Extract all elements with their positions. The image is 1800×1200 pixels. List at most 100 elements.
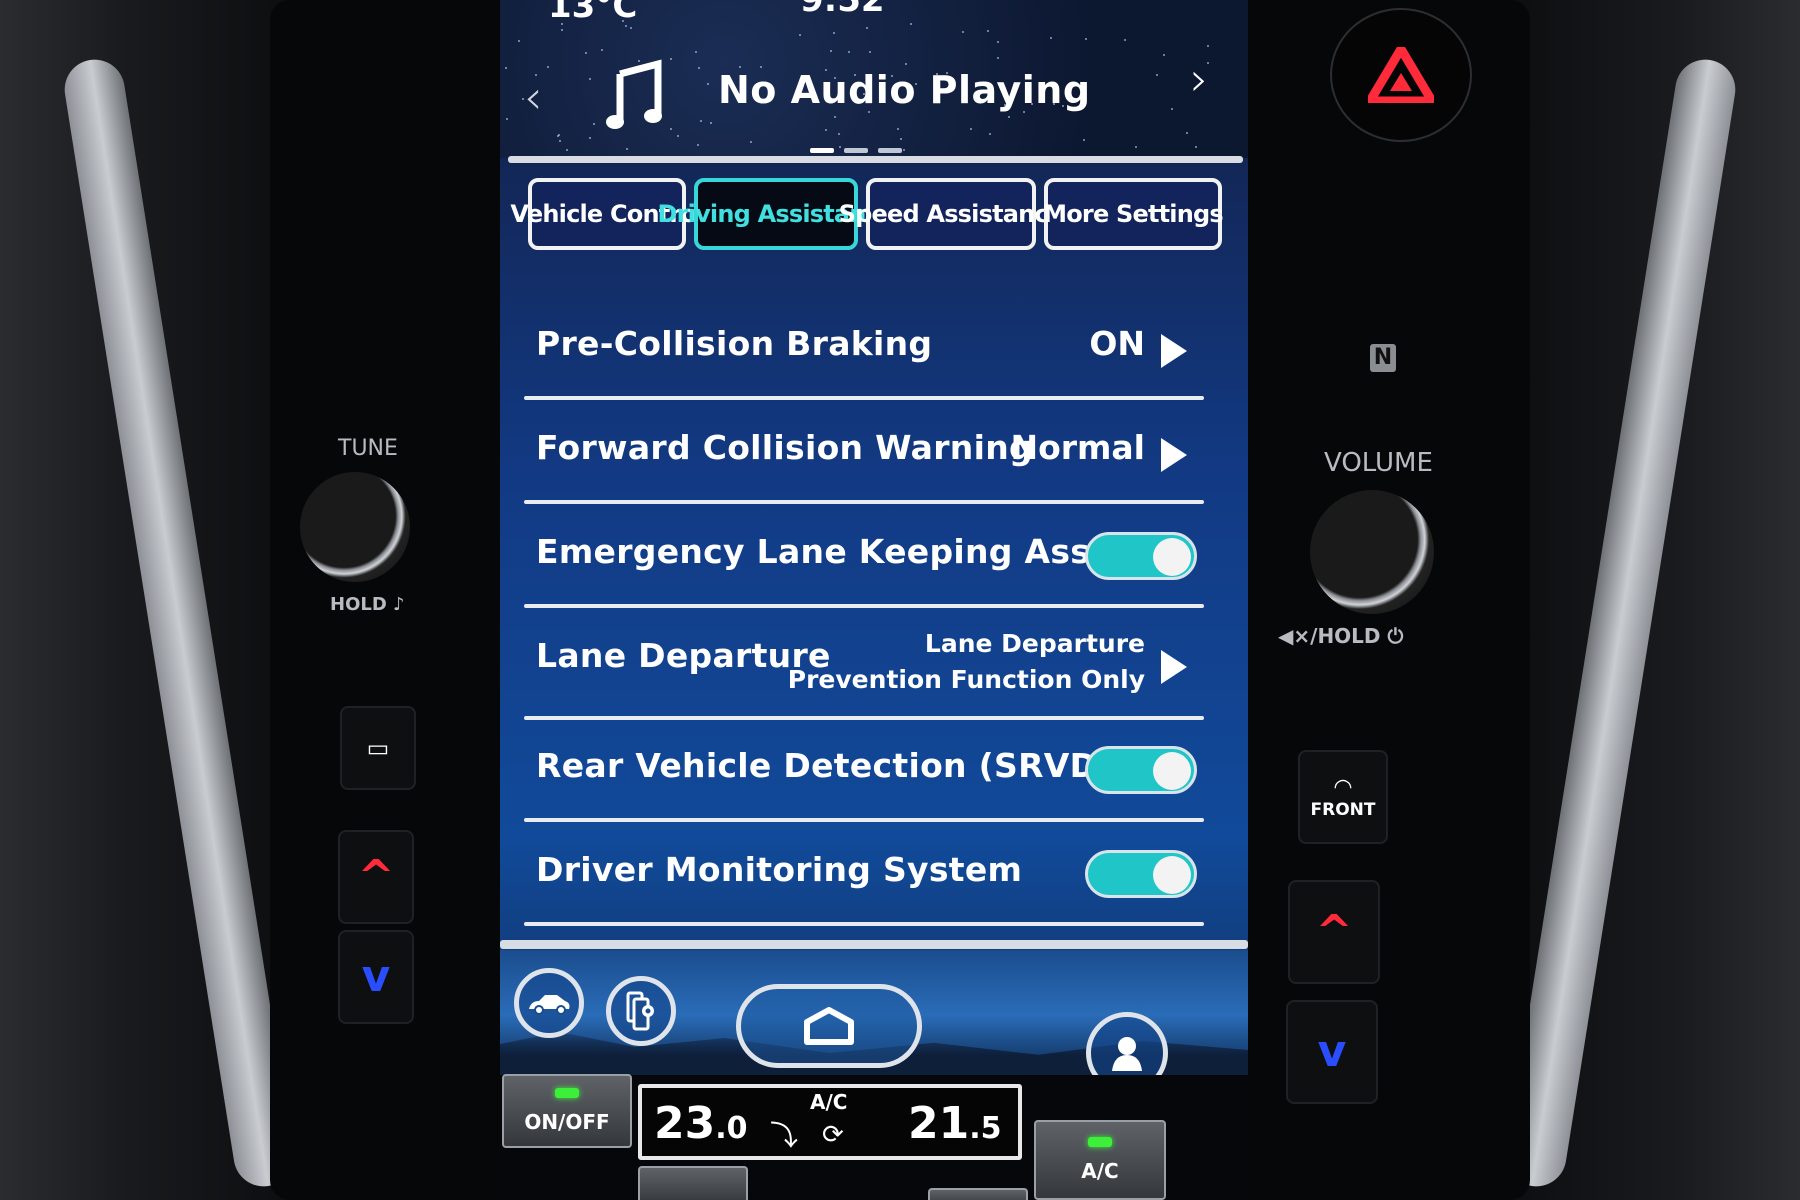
phone-settings-button[interactable] [606,976,676,1046]
divider [524,716,1204,720]
star-decoration [986,29,989,32]
left-temp-up-button[interactable]: ^ [338,830,414,924]
divider [524,604,1204,608]
divider [500,940,1248,949]
star-decoration [829,50,832,53]
setting-value-line2: Prevention Function Only [787,665,1145,694]
rear-defrost-button[interactable]: ▭ [340,706,416,790]
toggle-knob [1153,752,1191,790]
chevron-down-icon: v [1317,1026,1347,1077]
home-icon [804,1007,854,1045]
audio-widget[interactable]: 13°C 9:52 ‹ No Audio Playing › [500,0,1248,158]
setting-label: Driver Monitoring System [536,850,1023,889]
star-decoration [505,66,508,69]
hazard-icon [1368,47,1434,103]
climate-display: A/C 23.0 ⤵ ⟳ 21.5 [638,1084,1022,1160]
outside-temperature: 13°C [548,0,638,26]
star-decoration [1185,131,1188,134]
setting-row-pre-collision-braking[interactable]: Pre-Collision Braking ON [520,300,1205,400]
status-led [555,1088,579,1098]
tune-hold-label: HOLD ♪ [330,594,405,615]
infotainment-screen: 13°C 9:52 ‹ No Audio Playing › Vehicle C… [500,0,1248,1200]
toggle-switch[interactable] [1085,850,1197,898]
star-decoration [589,77,592,80]
star-decoration [695,50,698,53]
star-decoration [518,40,521,43]
star-decoration [1085,37,1087,40]
star-decoration [899,137,902,140]
clock: 9:52 [800,0,885,20]
star-decoration [547,66,550,69]
profile-icon [1112,1037,1142,1071]
star-decoration [1007,115,1010,118]
star-decoration [903,148,906,151]
right-temp-down-button[interactable]: v [1286,1000,1378,1104]
tune-knob[interactable] [300,472,410,582]
star-decoration [670,127,673,130]
star-decoration [833,31,836,34]
climate-on-off-button[interactable]: ON/OFF [502,1074,632,1148]
temp-whole: 21 [908,1098,970,1149]
ac-button[interactable]: A/C [1034,1120,1166,1200]
on-off-label: ON/OFF [524,1110,610,1134]
page-dot [878,148,902,153]
ac-indicator: A/C [810,1090,848,1114]
star-decoration [506,118,509,121]
audio-next-button[interactable]: › [1190,52,1208,106]
front-defrost-label: FRONT [1310,799,1376,820]
setting-value-line1: Lane Departure [924,629,1145,658]
seat-airflow-button[interactable] [638,1166,748,1200]
setting-value: Lane Departure Prevention Function Only [788,626,1145,698]
star-decoration [566,148,569,151]
setting-row-forward-collision-warning[interactable]: Forward Collision Warning Normal [520,404,1205,504]
star-decoration [1049,37,1052,40]
hazard-button[interactable] [1330,8,1472,142]
volume-hold-label: ◀×/HOLD ⏻ [1278,624,1404,648]
star-decoration [988,133,991,136]
star-decoration [1155,74,1158,77]
star-decoration [834,116,837,119]
left-temp-down-button[interactable]: v [338,930,414,1024]
star-decoration [1082,138,1085,141]
star-decoration [710,121,713,124]
star-decoration [824,128,827,131]
tab-driving-assistance[interactable]: Driving Assistance [658,178,895,250]
divider [508,156,1243,163]
audio-title: No Audio Playing [718,68,1091,112]
star-decoration [697,144,700,147]
toggle-switch[interactable] [1085,532,1197,580]
tab-speed-assistance[interactable]: Speed Assistance [839,178,1064,250]
star-decoration [561,28,564,31]
setting-row-lane-departure[interactable]: Lane Departure Lane Departure Prevention… [520,612,1205,720]
front-defrost-icon: ◠ [1333,774,1353,800]
vehicle-button[interactable] [514,968,584,1038]
divider [524,922,1204,926]
play-arrow-icon [1161,438,1187,472]
star-decoration [1163,54,1166,57]
phone-settings-icon [626,991,654,1031]
star-decoration [910,23,913,26]
home-button[interactable] [736,984,922,1068]
star-decoration [970,127,973,130]
star-decoration [600,49,603,52]
front-defrost-button[interactable]: ◠ FRONT [1298,750,1388,844]
setting-value: ON [1089,324,1145,363]
star-decoration [700,119,703,122]
star-decoration [585,51,588,54]
star-decoration [676,134,679,137]
passenger-temperature: 21.5 [908,1098,1002,1149]
climate-extra-button[interactable] [928,1188,1028,1200]
divider [524,818,1204,822]
toggle-knob [1153,856,1191,894]
airflow-mode-icon: ⤵ [770,1119,799,1152]
tune-label: TUNE [338,436,398,461]
star-decoration [961,31,964,34]
tab-more-settings[interactable]: More Settings [1043,178,1224,250]
chevron-left-icon: ‹ [524,70,543,124]
volume-knob[interactable] [1310,490,1434,614]
toggle-knob [1153,538,1191,576]
right-temp-up-button[interactable]: ^ [1288,880,1380,984]
play-arrow-icon [1161,650,1187,684]
toggle-switch[interactable] [1085,746,1197,794]
audio-prev-button[interactable]: ‹ [524,70,542,124]
